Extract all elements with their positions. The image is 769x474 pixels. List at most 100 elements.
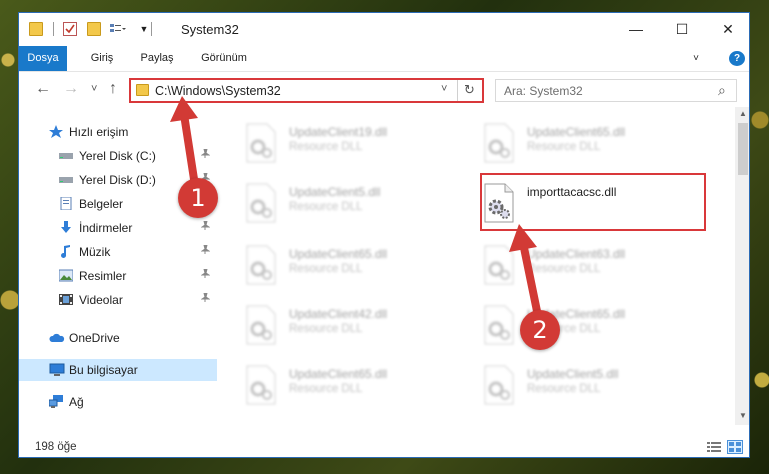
sidebar-item-bu-bilgisayar[interactable]: Bu bilgisayar: [19, 359, 217, 381]
onedrive-icon: [49, 331, 65, 344]
sidebar-item-label: Yerel Disk (C:): [79, 149, 156, 163]
file-type: Resource DLL: [289, 383, 363, 395]
file-name: UpdateClient19.dll: [289, 125, 388, 139]
minimize-button[interactable]: —: [613, 13, 659, 46]
dll-file-icon: [483, 365, 515, 405]
file-type: Resource DLL: [289, 323, 363, 335]
file-name: UpdateClient5.dll: [527, 367, 619, 381]
file-type: Resource DLL: [527, 383, 601, 395]
recent-locations-button[interactable]: ˅: [91, 83, 97, 95]
scroll-up-arrow[interactable]: ▲: [735, 109, 749, 118]
callout-badge: 1: [178, 178, 218, 218]
file-item[interactable]: UpdateClient65.dll Resource DLL: [235, 361, 465, 411]
customize-toolbar-icon[interactable]: ▼: [137, 22, 151, 36]
tab-gorunum[interactable]: Görünüm: [191, 46, 257, 71]
sidebar-item-indirmeler[interactable]: İndirmeler: [19, 217, 217, 239]
network-icon: [48, 395, 65, 408]
videos-icon: [59, 293, 73, 306]
search-box[interactable]: Ara: System32 ⌕: [495, 79, 737, 102]
sidebar-item-onedrive[interactable]: OneDrive: [19, 327, 217, 349]
file-name: UpdateClient65.dll: [289, 247, 388, 261]
pictures-icon: [58, 269, 74, 282]
scroll-down-arrow[interactable]: ▼: [735, 411, 749, 420]
sidebar-item-muzik[interactable]: Müzik: [19, 241, 217, 263]
up-button[interactable]: ↑: [109, 80, 117, 98]
help-icon[interactable]: ?: [729, 51, 745, 66]
sidebar-item-label: Belgeler: [79, 197, 124, 211]
dll-file-icon: [483, 123, 515, 163]
properties-icon[interactable]: [63, 22, 77, 36]
expand-ribbon-icon[interactable]: ˅: [687, 46, 705, 71]
file-type: Resource DLL: [289, 263, 363, 275]
file-type: Resource DLL: [289, 201, 363, 213]
pin-icon[interactable]: [200, 148, 211, 161]
details-view-icon[interactable]: [707, 441, 721, 453]
dll-file-icon: [245, 245, 277, 285]
vertical-scrollbar[interactable]: ▲ ▼: [735, 107, 749, 425]
file-type: Resource DLL: [289, 141, 363, 153]
file-item[interactable]: UpdateClient65.dll Resource DLL: [235, 241, 465, 291]
view-options-icon[interactable]: [109, 22, 127, 36]
sidebar-item-label: Yerel Disk (D:): [79, 173, 156, 187]
highlight-box: [480, 173, 706, 231]
pin-icon[interactable]: [200, 268, 211, 281]
folder-icon: [29, 22, 43, 36]
pin-icon[interactable]: [200, 220, 211, 233]
sidebar-item-resimler[interactable]: Resimler: [19, 265, 217, 287]
sidebar-item-videolar[interactable]: Videolar: [19, 289, 217, 311]
file-item[interactable]: UpdateClient63.dll Resource DLL: [473, 241, 703, 291]
sidebar-item-ag[interactable]: Ağ: [19, 391, 217, 413]
file-name: UpdateClient65.dll: [527, 125, 626, 139]
dll-file-icon: [245, 305, 277, 345]
navigation-pane: Hızlı erişim Yerel Disk (C:) Yerel Disk …: [19, 107, 217, 425]
search-icon[interactable]: ⌕: [718, 82, 726, 99]
file-item[interactable]: UpdateClient42.dll Resource DLL: [235, 301, 465, 351]
quick-access-separator: [53, 22, 54, 36]
close-button[interactable]: ✕: [705, 13, 749, 46]
folder-icon: [136, 84, 149, 96]
file-item[interactable]: UpdateClient65.dll Resource DLL: [473, 301, 703, 351]
scroll-thumb[interactable]: [738, 123, 748, 175]
tab-giris[interactable]: Giriş: [77, 46, 127, 71]
maximize-button[interactable]: ☐: [659, 13, 705, 46]
sidebar-item-yerel-disk-c[interactable]: Yerel Disk (C:): [19, 145, 217, 167]
file-item[interactable]: UpdateClient5.dll Resource DLL: [473, 361, 703, 411]
new-folder-icon[interactable]: [87, 22, 101, 36]
file-type: Resource DLL: [527, 263, 601, 275]
address-dropdown-button[interactable]: ˅: [441, 83, 447, 95]
dll-file-icon: [245, 183, 277, 223]
address-bar[interactable]: C:\Windows\System32 ˅ ↻: [129, 78, 484, 103]
pin-icon[interactable]: [200, 244, 211, 257]
refresh-button[interactable]: ↻: [464, 82, 475, 98]
address-separator: [457, 80, 458, 101]
forward-button[interactable]: →: [63, 80, 79, 98]
address-path[interactable]: C:\Windows\System32: [155, 84, 281, 98]
download-icon: [59, 221, 73, 234]
title-separator: [151, 22, 152, 36]
sidebar-item-label: Ağ: [69, 395, 84, 409]
file-item[interactable]: UpdateClient65.dll Resource DLL: [473, 119, 703, 169]
documents-icon: [59, 196, 73, 211]
sidebar-item-label: Hızlı erişim: [69, 125, 129, 139]
search-input[interactable]: Ara: System32: [504, 84, 583, 98]
dll-file-icon: [483, 245, 515, 285]
tab-dosya[interactable]: Dosya: [19, 46, 67, 71]
file-item[interactable]: UpdateClient5.dll Resource DLL: [235, 179, 465, 229]
computer-icon: [49, 363, 65, 376]
file-list: UpdateClient19.dll Resource DLL UpdateCl…: [217, 107, 735, 425]
sidebar-item-label: İndirmeler: [79, 221, 133, 235]
pin-icon[interactable]: [200, 292, 211, 305]
file-name: UpdateClient5.dll: [289, 185, 381, 199]
star-icon: [49, 125, 63, 138]
sidebar-item-label: Müzik: [79, 245, 111, 259]
file-type: Resource DLL: [527, 141, 601, 153]
file-item[interactable]: UpdateClient19.dll Resource DLL: [235, 119, 465, 169]
sidebar-item-hizli-erisim[interactable]: Hızlı erişim: [19, 121, 217, 143]
tab-paylas[interactable]: Paylaş: [127, 46, 187, 71]
callout-badge: 2: [520, 310, 560, 350]
window-title: System32: [181, 22, 239, 37]
back-button[interactable]: ←: [35, 80, 51, 98]
drive-icon: [59, 149, 73, 162]
large-icons-view-icon[interactable]: [727, 440, 743, 454]
file-explorer-window: ▼ System32 — ☐ ✕ Dosya Giriş Paylaş Görü…: [18, 12, 750, 458]
